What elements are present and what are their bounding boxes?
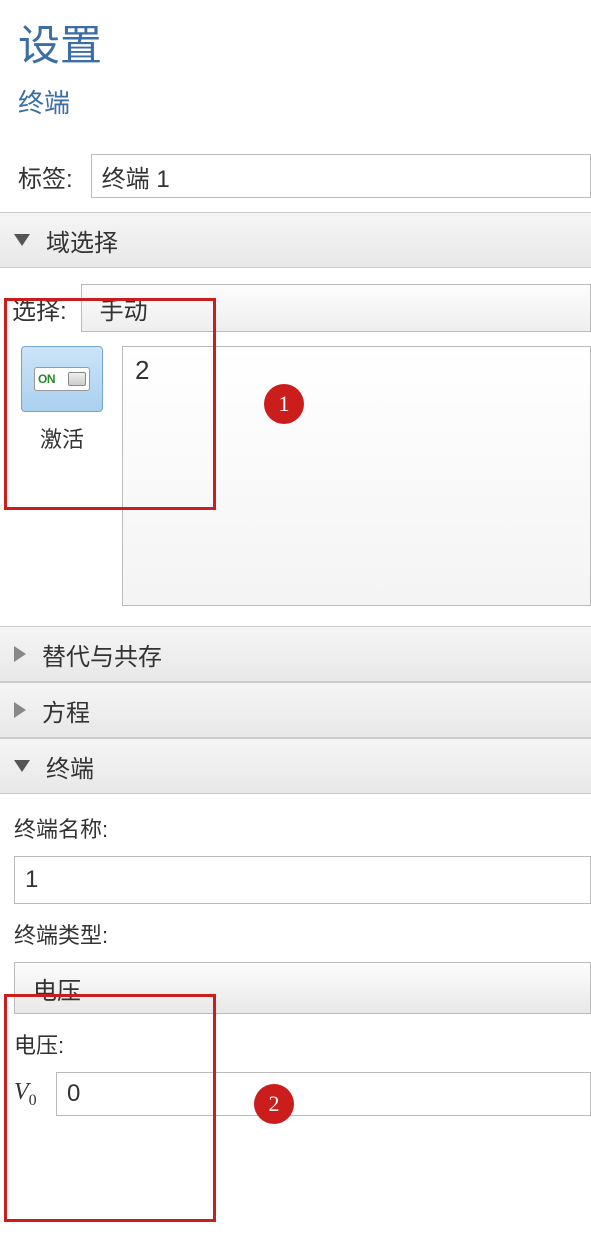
section-equation[interactable]: 方程 — [0, 682, 591, 738]
chevron-down-icon — [14, 234, 30, 246]
label-caption: 标签: — [18, 159, 73, 194]
terminal-name-input[interactable] — [14, 856, 591, 904]
activate-toggle[interactable]: ON — [21, 346, 103, 412]
settings-subtitle: 终端 — [18, 83, 573, 120]
voltage-input[interactable] — [56, 1072, 591, 1116]
settings-title: 设置 — [18, 12, 573, 73]
domain-select-body: 选择: 手动 ON 激活 2 — [0, 268, 591, 626]
selection-label: 选择: — [12, 291, 67, 326]
section-title-equation: 方程 — [42, 693, 90, 728]
section-terminal[interactable]: 终端 — [0, 738, 591, 794]
toggle-on-text: ON — [38, 372, 55, 386]
terminal-name-label: 终端名称: — [14, 812, 591, 844]
section-title-override: 替代与共存 — [42, 637, 162, 672]
section-override[interactable]: 替代与共存 — [0, 626, 591, 682]
toggle-knob-icon — [68, 372, 86, 386]
settings-header: 设置 终端 — [0, 0, 591, 148]
voltage-symbol: V0 — [14, 1079, 44, 1110]
activate-label: 激活 — [40, 422, 84, 454]
section-title-terminal: 终端 — [46, 749, 94, 784]
label-row: 标签: — [0, 148, 591, 212]
domain-list[interactable]: 2 — [122, 346, 591, 606]
terminal-type-label: 终端类型: — [14, 918, 591, 950]
toggle-track-icon: ON — [34, 367, 90, 391]
chevron-right-icon — [14, 646, 26, 662]
section-domain-select[interactable]: 域选择 — [0, 212, 591, 268]
terminal-type-dropdown[interactable]: 电压 — [14, 962, 591, 1014]
selection-dropdown[interactable]: 手动 — [81, 284, 591, 332]
voltage-label: 电压: — [14, 1028, 591, 1060]
chevron-right-icon — [14, 702, 26, 718]
label-input[interactable] — [91, 154, 591, 198]
domain-list-item: 2 — [135, 355, 149, 385]
activate-column: ON 激活 — [12, 346, 112, 606]
selection-row: 选择: 手动 — [12, 284, 591, 332]
domain-lower: ON 激活 2 — [12, 346, 591, 606]
voltage-row: V0 — [14, 1072, 591, 1116]
section-title-domain: 域选择 — [46, 223, 118, 258]
chevron-down-icon — [14, 760, 30, 772]
terminal-body: 终端名称: 终端类型: 电压 电压: V0 — [0, 794, 591, 1126]
